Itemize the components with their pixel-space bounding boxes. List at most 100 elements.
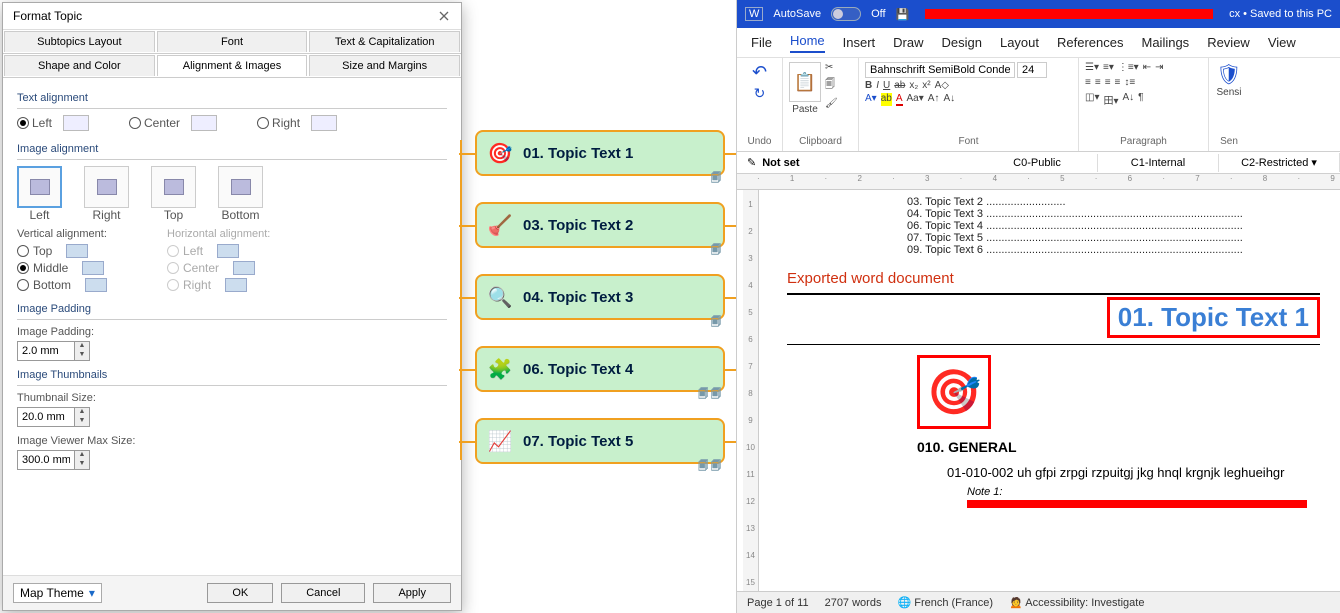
class-c0[interactable]: C0-Public (977, 154, 1098, 172)
thumb-down[interactable]: ▼ (75, 417, 89, 426)
font-name-select[interactable] (865, 62, 1015, 78)
align-center-icon[interactable]: ≡ (1095, 77, 1101, 88)
copy-icon[interactable]: 🗐 (825, 77, 838, 94)
dec-indent-icon[interactable]: ⇤ (1143, 62, 1151, 73)
cut-icon[interactable]: ✂ (825, 62, 838, 73)
topic-card-2[interactable]: 🪠03. Topic Text 26🗐 (475, 202, 725, 248)
menu-mailings[interactable]: Mailings (1142, 35, 1190, 50)
clear-format-icon[interactable]: A◇ (935, 80, 949, 91)
strike-button[interactable]: ab (894, 80, 905, 91)
page-status[interactable]: Page 1 of 11 (747, 597, 809, 609)
superscript-button[interactable]: x² (922, 80, 930, 91)
img-align-bottom[interactable] (218, 166, 263, 208)
thumbnail-size-input[interactable] (17, 407, 75, 427)
radio-h-left: Left (167, 244, 270, 258)
menu-file[interactable]: File (751, 35, 772, 50)
class-c2[interactable]: C2-Restricted ▾ (1219, 153, 1340, 172)
highlight-icon[interactable]: ab (881, 93, 892, 106)
tab-shape-color[interactable]: Shape and Color (4, 55, 155, 76)
ribbon: ↶ ↻ Undo 📋 Paste ✂ 🗐 🖌 Clipboard (737, 58, 1340, 152)
change-case-icon[interactable]: Aa▾ (907, 93, 924, 106)
map-theme-dropdown[interactable]: Map Theme▾ (13, 583, 102, 603)
tab-font[interactable]: Font (157, 31, 308, 52)
bullets-icon[interactable]: ☰▾ (1085, 62, 1099, 73)
word-count[interactable]: 2707 words (825, 597, 882, 609)
menu-home[interactable]: Home (790, 33, 825, 53)
undo-icon[interactable]: ↶ (752, 62, 767, 83)
menu-review[interactable]: Review (1207, 35, 1250, 50)
paste-button[interactable]: 📋 (789, 62, 821, 102)
img-align-left[interactable] (17, 166, 62, 208)
radio-v-top[interactable]: Top (17, 244, 107, 258)
font-color-icon[interactable]: A (896, 93, 903, 106)
accessibility-status[interactable]: 🙍 Accessibility: Investigate (1009, 596, 1144, 609)
ok-button[interactable]: OK (207, 583, 273, 603)
sensitivity-icon[interactable]: 🛡 (1216, 64, 1241, 86)
dialog-footer: Map Theme▾ OK Cancel Apply (3, 575, 461, 610)
tab-alignment-images[interactable]: Alignment & Images (157, 55, 308, 76)
redo-icon[interactable]: ↻ (754, 85, 766, 102)
shrink-font-icon[interactable]: A↓ (943, 93, 955, 106)
class-c1[interactable]: C1-Internal (1098, 154, 1219, 172)
tabs-row-2: Shape and Color Alignment & Images Size … (3, 54, 461, 78)
italic-button[interactable]: I (876, 80, 879, 91)
padding-down[interactable]: ▼ (75, 351, 89, 360)
subscript-button[interactable]: x₂ (909, 80, 918, 91)
cancel-button[interactable]: Cancel (281, 583, 365, 603)
menu-layout[interactable]: Layout (1000, 35, 1039, 50)
menu-view[interactable]: View (1268, 35, 1296, 50)
valign-top-icon (66, 244, 88, 258)
viewer-up[interactable]: ▲ (75, 451, 89, 460)
tab-text-capitalization[interactable]: Text & Capitalization (309, 31, 460, 52)
font-size-select[interactable] (1017, 62, 1047, 78)
multilevel-icon[interactable]: ⋮≡▾ (1118, 62, 1139, 73)
autosave-toggle[interactable] (831, 7, 861, 21)
menu-insert[interactable]: Insert (843, 35, 876, 50)
menu-design[interactable]: Design (942, 35, 982, 50)
language-status[interactable]: 🌐 French (France) (897, 596, 993, 609)
shading-icon[interactable]: ◫▾ (1085, 92, 1099, 107)
save-icon[interactable]: 💾 (896, 8, 910, 21)
image-padding-input[interactable] (17, 341, 75, 361)
grow-font-icon[interactable]: A↑ (928, 93, 940, 106)
tab-subtopics-layout[interactable]: Subtopics Layout (4, 31, 155, 52)
thumb-up[interactable]: ▲ (75, 408, 89, 417)
text-effects-icon[interactable]: A▾ (865, 93, 877, 106)
apply-button[interactable]: Apply (373, 583, 451, 603)
topic-card-1[interactable]: 🎯01. Topic Text 115🗐 (475, 130, 725, 176)
align-left-icon[interactable]: ≡ (1085, 77, 1091, 88)
menu-references[interactable]: References (1057, 35, 1123, 50)
img-align-top[interactable] (151, 166, 196, 208)
dialog-title-text: Format Topic (13, 9, 82, 23)
format-painter-icon[interactable]: 🖌 (825, 98, 838, 109)
close-icon[interactable] (437, 9, 451, 23)
padding-up[interactable]: ▲ (75, 342, 89, 351)
show-marks-icon[interactable]: ¶ (1138, 92, 1143, 107)
bold-button[interactable]: B (865, 80, 872, 91)
topic-card-5[interactable]: 📈07. Topic Text 59🗐 🗐 (475, 418, 725, 464)
viewer-max-label: Image Viewer Max Size: (17, 435, 447, 447)
tab-size-margins[interactable]: Size and Margins (309, 55, 460, 76)
radio-v-middle[interactable]: Middle (17, 261, 107, 275)
viewer-down[interactable]: ▼ (75, 460, 89, 469)
topic-card-4[interactable]: 🧩06. Topic Text 421🗐 🗐 (475, 346, 725, 392)
borders-icon[interactable]: 田▾ (1103, 92, 1118, 107)
sort-icon[interactable]: A↓ (1123, 92, 1135, 107)
radio-text-left[interactable]: Left (17, 115, 89, 131)
numbering-icon[interactable]: ≡▾ (1103, 62, 1114, 73)
document-area[interactable]: 123456789101112131415 03. Topic Text 2 .… (737, 190, 1340, 591)
align-right-icon[interactable]: ≡ (1105, 77, 1111, 88)
radio-text-center[interactable]: Center (129, 115, 217, 131)
underline-button[interactable]: U (883, 80, 890, 91)
justify-icon[interactable]: ≡ (1115, 77, 1121, 88)
vertical-ruler[interactable]: 123456789101112131415 (743, 190, 759, 591)
menu-draw[interactable]: Draw (893, 35, 923, 50)
topic-card-3[interactable]: 🔍04. Topic Text 328🗐 (475, 274, 725, 320)
img-align-right[interactable] (84, 166, 129, 208)
radio-v-bottom[interactable]: Bottom (17, 278, 107, 292)
line-spacing-icon[interactable]: ↕≡ (1124, 77, 1135, 88)
viewer-max-input[interactable] (17, 450, 75, 470)
radio-text-right[interactable]: Right (257, 115, 337, 131)
horizontal-ruler[interactable]: · 1 · 2 · 3 · 4 · 5 · 6 · 7 · 8 · 9 · 10… (737, 174, 1340, 190)
inc-indent-icon[interactable]: ⇥ (1155, 62, 1163, 73)
